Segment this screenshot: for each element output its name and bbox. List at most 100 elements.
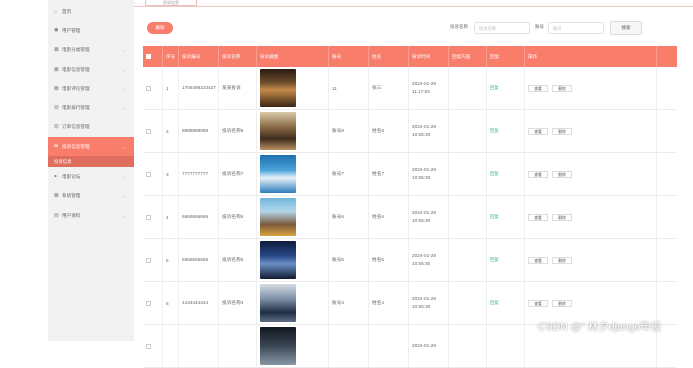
complaint-screenshot: [260, 198, 296, 236]
sidebar-item-0[interactable]: ⌂ 首页: [48, 2, 134, 21]
sidebar-item-5[interactable]: ▤ 电影排行管理 ⌄: [48, 98, 134, 117]
select-cell[interactable]: [143, 239, 163, 281]
sidebar-item-7[interactable]: ✉ 投诉信息管理 ⌄: [48, 137, 134, 157]
column-header-label: 回复内容: [452, 53, 471, 59]
row-checkbox[interactable]: [146, 300, 151, 306]
account-label: 账号: [535, 24, 544, 29]
select-all-checkbox[interactable]: [146, 54, 151, 59]
screenshot-cell: [257, 67, 329, 109]
row-checkbox[interactable]: [146, 171, 151, 177]
select-cell[interactable]: [143, 325, 163, 367]
reply-link[interactable]: 回复: [490, 128, 499, 134]
row-checkbox[interactable]: [146, 85, 151, 91]
view-button[interactable]: 查看: [528, 127, 548, 135]
sidebar-subitem-complaints[interactable]: 投诉信息: [48, 156, 134, 168]
sidebar-item-label: 电影排行管理: [62, 105, 90, 111]
location-icon: ●: [54, 173, 58, 180]
grid-icon: ▦: [54, 46, 59, 53]
time-cell: 2024-01-29: [409, 325, 449, 367]
sidebar-item-8[interactable]: ● 电影论坛 ⌄: [48, 167, 134, 186]
account-cell: 账号4: [329, 282, 369, 324]
person-cell: 姓名4: [369, 282, 409, 324]
row-delete-button[interactable]: 删除: [552, 127, 572, 135]
complaint-screenshot: [260, 69, 296, 107]
row-checkbox[interactable]: [146, 214, 151, 220]
reply-link[interactable]: 回复: [490, 171, 499, 177]
view-button[interactable]: 查看: [528, 213, 548, 221]
select-cell[interactable]: [143, 110, 163, 152]
chevron-down-icon: ⌄: [122, 105, 126, 111]
sidebar-item-6[interactable]: ▥ 订单信息管理 ⌄: [48, 118, 134, 137]
row-delete-button[interactable]: 删除: [552, 299, 572, 307]
table-row: 2 8888888888 投诉名称8 账号8 姓名8 2024-01-29 10:55:30…: [143, 110, 677, 153]
complaint-time: 2024-01-29 10:55:30: [412, 252, 436, 268]
actions-cell: 查看 删除: [525, 282, 657, 324]
sidebar-item-9[interactable]: ▦ 系统管理 ⌄: [48, 187, 134, 206]
index-cell: 1: [163, 67, 179, 109]
row-delete-button[interactable]: 删除: [552, 84, 572, 92]
row-delete-button[interactable]: 删除: [552, 170, 572, 178]
select-cell[interactable]: [143, 196, 163, 238]
person-cell: 姓名7: [369, 153, 409, 195]
time-cell: 2024-01-29 10:55:30: [409, 239, 449, 281]
complaint-date: 2024-01-29: [412, 296, 436, 301]
time-cell: 2024-01-29 10:55:30: [409, 282, 449, 324]
select-cell[interactable]: [143, 67, 163, 109]
row-delete-button[interactable]: 删除: [552, 256, 572, 264]
status-cell[interactable]: 回复: [487, 196, 525, 238]
select-all-cell[interactable]: [143, 46, 163, 67]
status-cell[interactable]: 回复: [487, 153, 525, 195]
grid-icon: ▦: [54, 192, 59, 199]
sidebar-item-label: 订单信息管理: [62, 124, 90, 130]
chevron-down-icon: ⌄: [122, 213, 126, 219]
sidebar-item-10[interactable]: ▤ 用户资料 ⌄: [48, 206, 134, 225]
account-value: 账号7: [332, 171, 344, 176]
row-delete-button[interactable]: 删除: [552, 213, 572, 221]
search-button[interactable]: 搜索: [610, 21, 642, 35]
account-input[interactable]: 账号: [548, 22, 604, 34]
column-header: 回复内容: [449, 46, 487, 67]
sidebar-item-3[interactable]: ▦ 电影信息管理 ⌄: [48, 60, 134, 79]
status-cell[interactable]: [487, 325, 525, 367]
index-cell: 3: [163, 153, 179, 195]
delete-button[interactable]: 删除: [147, 22, 173, 34]
tab-complaints[interactable]: 投诉信息: [145, 0, 197, 6]
select-cell[interactable]: [143, 153, 163, 195]
row-index: 3: [166, 171, 169, 177]
view-button[interactable]: 查看: [528, 299, 548, 307]
complaint-time: 2024-01-29 10:55:30: [412, 123, 436, 139]
sidebar-item-2[interactable]: ▦ 电影分类管理 ⌄: [48, 41, 134, 60]
sidebar-item-label: 首页: [62, 8, 72, 14]
account-cell: 账号8: [329, 110, 369, 152]
complaint-name-input[interactable]: 投诉名称: [474, 22, 530, 34]
chevron-down-icon: ⌄: [122, 124, 126, 130]
status-cell[interactable]: 回复: [487, 282, 525, 324]
row-checkbox[interactable]: [146, 128, 151, 134]
complaint-date: 2024-01-29: [412, 210, 436, 215]
code-cell: [179, 325, 219, 367]
sidebar-item-1[interactable]: ⚉ 用户管理 ⌄: [48, 21, 134, 40]
chevron-down-icon: ⌄: [122, 144, 126, 150]
complaint-screenshot: [260, 155, 296, 193]
reply-link[interactable]: 回复: [490, 214, 499, 220]
time-cell: 2024-01-29 10:55:30: [409, 110, 449, 152]
select-cell[interactable]: [143, 282, 163, 324]
view-button[interactable]: 查看: [528, 256, 548, 264]
complaint-name: 投诉名称4: [222, 300, 244, 305]
reply-link[interactable]: 回复: [490, 300, 499, 306]
view-button[interactable]: 查看: [528, 84, 548, 92]
status-cell[interactable]: 回复: [487, 110, 525, 152]
row-checkbox[interactable]: [146, 257, 151, 263]
column-header: 投诉时间: [409, 46, 449, 67]
view-button[interactable]: 查看: [528, 170, 548, 178]
complaint-time: 2024-01-29 10:55:30: [412, 295, 436, 311]
status-cell[interactable]: 回复: [487, 67, 525, 109]
name-cell: 投诉名称4: [219, 282, 257, 324]
reply-link[interactable]: 回复: [490, 257, 499, 263]
row-checkbox[interactable]: [146, 343, 151, 349]
column-header-label: 账号: [332, 53, 342, 59]
chevron-down-icon: ⌄: [122, 193, 126, 199]
sidebar-item-4[interactable]: ▦ 电影评论管理 ⌄: [48, 79, 134, 98]
status-cell[interactable]: 回复: [487, 239, 525, 281]
reply-link[interactable]: 回复: [490, 85, 499, 91]
